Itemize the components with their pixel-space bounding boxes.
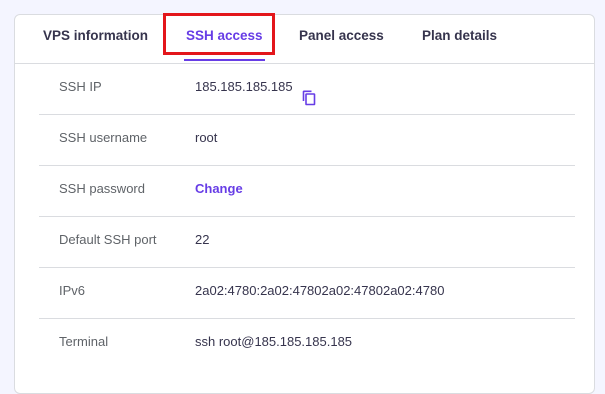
- row-default-ssh-port: Default SSH port 22: [39, 217, 575, 268]
- ssh-username-label: SSH username: [59, 130, 148, 145]
- default-ssh-port-value: 22: [195, 232, 210, 247]
- row-ssh-password: SSH password Change: [39, 166, 575, 217]
- terminal-label: Terminal: [59, 334, 109, 349]
- ssh-username-value: root: [195, 130, 218, 145]
- vps-details-card: VPS information SSH access Panel access …: [14, 13, 595, 394]
- ssh-ip-value: 185.185.185.185: [195, 79, 293, 94]
- row-terminal: Terminal ssh root@185.185.185.185: [39, 319, 575, 370]
- ipv6-value: 2a02:4780:2a02:47802a02:47802a02:4780: [195, 283, 445, 298]
- tab-bar: VPS information SSH access Panel access …: [15, 13, 594, 64]
- tab-ssh-access[interactable]: SSH access: [184, 15, 265, 63]
- change-password-link[interactable]: Change: [195, 166, 243, 211]
- ssh-ip-label: SSH IP: [59, 79, 102, 94]
- ssh-details-list: SSH IP 185.185.185.185 SSH username root…: [39, 64, 575, 370]
- tab-panel-access[interactable]: Panel access: [299, 15, 384, 63]
- default-ssh-port-label: Default SSH port: [59, 232, 157, 247]
- ipv6-label: IPv6: [59, 283, 86, 298]
- row-ssh-ip: SSH IP 185.185.185.185: [39, 64, 575, 115]
- ssh-password-label: SSH password: [59, 181, 145, 196]
- copy-icon[interactable]: [302, 79, 316, 105]
- tab-plan-details[interactable]: Plan details: [422, 15, 497, 63]
- tab-vps-information[interactable]: VPS information: [43, 15, 148, 63]
- ssh-ip-value-group: 185.185.185.185: [195, 64, 316, 109]
- row-ssh-username: SSH username root: [39, 115, 575, 166]
- row-ipv6: IPv6 2a02:4780:2a02:47802a02:47802a02:47…: [39, 268, 575, 319]
- terminal-command-value: ssh root@185.185.185.185: [195, 334, 353, 349]
